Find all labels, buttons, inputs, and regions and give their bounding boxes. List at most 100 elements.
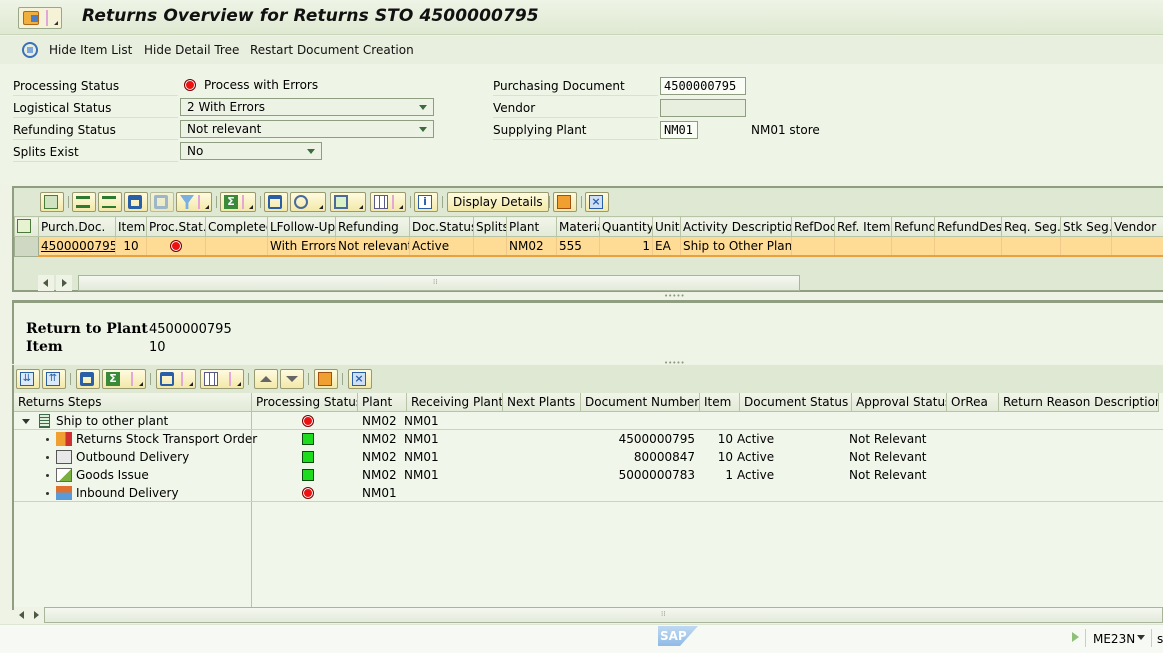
col-orrea[interactable]: OrRea: [947, 393, 999, 412]
horizontal-scrollbar[interactable]: ⁞⁞: [44, 607, 1163, 623]
info-button[interactable]: i: [414, 192, 438, 212]
layout-button[interactable]: [370, 192, 406, 212]
col-splits[interactable]: Splits: [473, 216, 507, 237]
col-receiving-plant[interactable]: Receiving Plant: [407, 393, 503, 412]
col-activity-description[interactable]: Activity Description: [680, 216, 792, 237]
col-processing-status[interactable]: Processing Status: [252, 393, 358, 412]
item-grid-toolbar: Σ i Display Details ×: [14, 188, 1163, 216]
col-document-number[interactable]: Document Number: [581, 393, 700, 412]
message-log-button[interactable]: [553, 192, 577, 212]
hide-detail-tree-button[interactable]: Hide Detail Tree: [144, 43, 239, 57]
print-button[interactable]: [156, 369, 196, 389]
close-tree-button[interactable]: ×: [348, 369, 372, 389]
total-button[interactable]: Σ: [220, 192, 256, 212]
chevron-down-icon: [419, 127, 427, 132]
close-icon: ×: [589, 195, 603, 209]
table-row[interactable]: 4500000795 10 With Errors Not relevant A…: [14, 236, 1163, 257]
views-button[interactable]: [290, 192, 326, 212]
scroll-right-button[interactable]: [28, 607, 44, 623]
cell-proc-stat: [146, 236, 206, 257]
col-proc-stat[interactable]: Proc.Stat.: [146, 216, 206, 237]
move-up-button[interactable]: [254, 369, 278, 389]
col-lfollow-up[interactable]: LFollow-Up: [267, 216, 336, 237]
step-label: Returns Stock Transport Order: [76, 432, 258, 446]
refresh-icon[interactable]: [22, 42, 38, 58]
move-down-button[interactable]: [280, 369, 304, 389]
col-returns-steps[interactable]: Returns Steps: [14, 393, 252, 412]
row-selector[interactable]: [14, 236, 39, 257]
col-plant[interactable]: Plant: [506, 216, 557, 237]
transaction-code[interactable]: ME23N: [1093, 632, 1135, 646]
col-unit[interactable]: Unit: [652, 216, 681, 237]
sort-descending-button[interactable]: [98, 192, 122, 212]
col-return-reason-description[interactable]: Return Reason Description: [999, 393, 1159, 412]
scroll-left-button[interactable]: [38, 275, 54, 291]
col-req-seg[interactable]: Req. Seg.: [1001, 216, 1061, 237]
col-refund-desc[interactable]: RefundDesc: [934, 216, 1002, 237]
tree-node-returns-sto[interactable]: Returns Stock Transport Order: [14, 430, 257, 448]
col-document-status[interactable]: Document Status: [740, 393, 852, 412]
select-all-column[interactable]: [14, 216, 39, 237]
message-log-button[interactable]: [314, 369, 338, 389]
col-item[interactable]: Item: [115, 216, 147, 237]
find-next-button[interactable]: [150, 192, 174, 212]
splits-exist-dropdown[interactable]: No: [180, 142, 322, 160]
close-grid-button[interactable]: ×: [585, 192, 609, 212]
splitter-handle[interactable]: •••••: [664, 292, 685, 300]
col-doc-status[interactable]: Doc.Status: [409, 216, 474, 237]
restart-document-creation-button[interactable]: Restart Document Creation: [250, 43, 414, 57]
col-vendor[interactable]: Vendor: [1111, 216, 1163, 237]
display-details-button[interactable]: Display Details: [447, 192, 549, 212]
status-green-icon: [302, 469, 314, 481]
purch-doc-link[interactable]: 4500000795: [41, 239, 115, 253]
details-button[interactable]: [40, 192, 64, 212]
hide-item-list-button[interactable]: Hide Item List: [49, 43, 132, 57]
purchasing-document-field[interactable]: 4500000795: [660, 77, 746, 95]
scroll-right-button[interactable]: [56, 275, 72, 291]
col-refdoc[interactable]: RefDoc: [791, 216, 835, 237]
vendor-field[interactable]: [660, 99, 746, 117]
col-item[interactable]: Item: [700, 393, 740, 412]
logistical-status-dropdown[interactable]: 2 With Errors: [180, 98, 434, 116]
arrow-down-icon: [286, 376, 298, 382]
split-marker: [131, 372, 133, 386]
expand-toggle-icon[interactable]: [22, 419, 30, 424]
system-menu-button[interactable]: [18, 7, 62, 29]
print-button[interactable]: [264, 192, 288, 212]
item-table: Purch.Doc. Item Proc.Stat. Completed LFo…: [14, 216, 1163, 257]
tree-node-outbound-delivery[interactable]: Outbound Delivery: [14, 448, 252, 466]
tree-node-inbound-delivery[interactable]: Inbound Delivery: [14, 484, 252, 502]
col-completed[interactable]: Completed: [205, 216, 268, 237]
toolbar-separator: [549, 196, 550, 208]
tree-node-goods-issue[interactable]: Goods Issue: [14, 466, 252, 484]
dropdown-arrow-icon: [249, 205, 253, 209]
col-plant[interactable]: Plant: [358, 393, 407, 412]
expand-all-button[interactable]: ⇊: [16, 369, 40, 389]
expand-all-icon: ⇊: [20, 372, 34, 386]
layout-button[interactable]: [200, 369, 244, 389]
supplying-plant-field[interactable]: NM01: [660, 121, 698, 139]
col-refund[interactable]: Refund: [891, 216, 935, 237]
col-material[interactable]: Material: [556, 216, 600, 237]
col-ref-item[interactable]: Ref. Item: [834, 216, 892, 237]
find-button[interactable]: [124, 192, 148, 212]
tree-node-ship-to-other-plant[interactable]: Ship to other plant: [14, 412, 252, 430]
collapse-all-button[interactable]: ⇈: [42, 369, 66, 389]
col-purch-doc[interactable]: Purch.Doc.: [38, 216, 116, 237]
chevron-down-icon[interactable]: [1137, 635, 1145, 640]
col-quantity[interactable]: Quantity: [599, 216, 653, 237]
col-next-plants[interactable]: Next Plants: [503, 393, 581, 412]
col-stk-seg[interactable]: Stk Seg.: [1060, 216, 1112, 237]
filter-button[interactable]: [176, 192, 212, 212]
refunding-status-dropdown[interactable]: Not relevant: [180, 120, 434, 138]
horizontal-scrollbar[interactable]: ⁞⁞: [78, 275, 800, 291]
export-button[interactable]: [330, 192, 366, 212]
play-arrow-icon[interactable]: [1072, 632, 1079, 642]
total-button[interactable]: Σ: [102, 369, 146, 389]
col-approval-status[interactable]: Approval Status: [852, 393, 947, 412]
find-button[interactable]: [76, 369, 100, 389]
cell-purch-doc[interactable]: 4500000795: [38, 236, 116, 257]
approval-status-cell: Not Relevant: [849, 468, 927, 482]
sort-ascending-button[interactable]: [72, 192, 96, 212]
col-refunding[interactable]: Refunding: [335, 216, 410, 237]
